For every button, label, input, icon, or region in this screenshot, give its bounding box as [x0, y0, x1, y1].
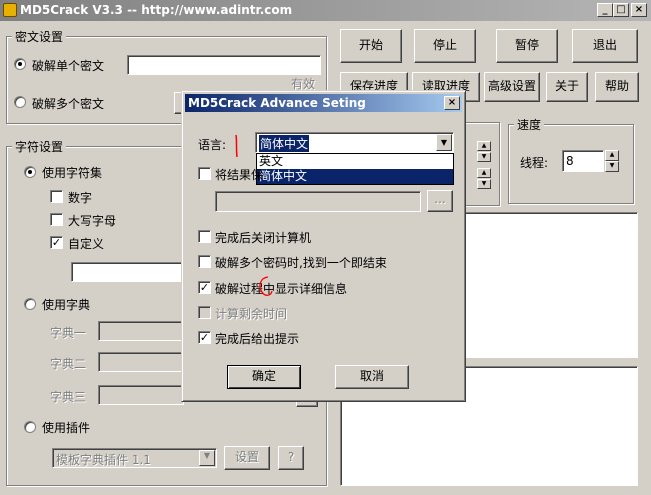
language-select-value: 简体中文: [259, 135, 310, 152]
dict1-input[interactable]: [98, 321, 184, 341]
custom-checkbox[interactable]: ✓: [50, 236, 63, 249]
notify-done-label: 完成后给出提示: [215, 332, 300, 346]
spin-down-icon[interactable]: ▼: [477, 179, 491, 189]
cancel-button[interactable]: 取消: [335, 365, 409, 389]
use-plugin-label: 使用插件: [42, 421, 91, 435]
threads-label: 线程:: [520, 156, 549, 170]
speed-group-label: 速度: [514, 116, 545, 133]
app-lock-icon: [3, 3, 17, 17]
dialog-titlebar[interactable]: MD5Crack Advance Seting ×: [185, 94, 462, 112]
shutdown-label: 完成后关闭计算机: [215, 231, 312, 245]
close-button[interactable]: ×: [631, 3, 647, 17]
threads-spin-down-icon[interactable]: ▼: [605, 161, 619, 172]
stop-on-first-checkbox[interactable]: [198, 255, 211, 268]
dict3-label: 字典三: [50, 390, 87, 404]
threads-input[interactable]: 8: [562, 150, 604, 172]
language-dropdown-list: 英文 简体中文: [256, 153, 454, 185]
dict1-label: 字典一: [50, 326, 87, 340]
save-result-checkbox[interactable]: [198, 167, 211, 180]
dialog-close-button[interactable]: ×: [444, 96, 460, 110]
threads-spin-up-icon[interactable]: ▲: [605, 150, 619, 161]
minimize-button[interactable]: _: [597, 3, 613, 17]
window-titlebar[interactable]: MD5Crack V3.3 -- http://www.adintr.com _…: [0, 0, 651, 21]
use-dict-label: 使用字典: [42, 298, 91, 312]
language-label: 语言:: [198, 138, 227, 152]
cipher-group-label: 密文设置: [12, 28, 67, 45]
multi-cipher-label: 破解多个密文: [32, 97, 105, 111]
language-select[interactable]: 简体中文 ▼: [255, 132, 454, 153]
spin-up-icon[interactable]: ▲: [477, 168, 491, 178]
maximize-button[interactable]: □: [613, 3, 629, 17]
multi-cipher-radio[interactable]: [14, 96, 26, 108]
threads-value: 8: [566, 154, 574, 168]
show-details-checkbox[interactable]: ✓: [198, 281, 211, 294]
pause-button[interactable]: 暂停: [496, 29, 558, 63]
single-cipher-input[interactable]: [127, 55, 321, 75]
plugin-select-value: 模板字典插件 1.1: [56, 453, 151, 467]
annotation-circle-icon: [259, 276, 273, 296]
spin-up-icon[interactable]: ▲: [477, 141, 491, 151]
annotation-mark-icon: [235, 134, 238, 158]
use-dict-radio[interactable]: [24, 298, 36, 310]
browse-button[interactable]: ...: [427, 190, 453, 212]
use-charset-label: 使用字符集: [42, 166, 103, 180]
show-details-label: 破解过程中显示详细信息: [215, 282, 348, 296]
advance-settings-dialog: MD5Crack Advance Seting × 语言: 简体中文 ▼ 英文 …: [181, 90, 466, 402]
uppercase-label: 大写字母: [68, 214, 117, 228]
digits-checkbox[interactable]: [50, 190, 63, 203]
shutdown-checkbox[interactable]: [198, 230, 211, 243]
spin-down-icon[interactable]: ▼: [477, 152, 491, 162]
chevron-down-icon[interactable]: ▼: [199, 450, 215, 466]
ok-button[interactable]: 确定: [227, 365, 301, 389]
dict2-input[interactable]: [98, 352, 184, 372]
language-option-english[interactable]: 英文: [257, 154, 453, 169]
dict2-label: 字典二: [50, 357, 87, 371]
stop-on-first-label: 破解多个密码时,找到一个即结束: [215, 256, 387, 270]
notify-done-checkbox[interactable]: ✓: [198, 331, 211, 344]
single-cipher-radio[interactable]: [14, 58, 26, 70]
use-charset-radio[interactable]: [24, 166, 36, 178]
window-title: MD5Crack V3.3 -- http://www.adintr.com: [20, 3, 293, 17]
about-button[interactable]: 关于: [546, 72, 588, 102]
language-option-chinese[interactable]: 简体中文: [257, 169, 453, 184]
plugin-select[interactable]: 模板字典插件 1.1 ▼: [52, 448, 217, 468]
start-button[interactable]: 开始: [340, 29, 402, 63]
chevron-down-icon[interactable]: ▼: [436, 134, 452, 151]
exit-button[interactable]: 退出: [572, 29, 638, 63]
result-path-input[interactable]: [215, 191, 421, 212]
custom-charset-input[interactable]: [71, 262, 184, 282]
plugin-settings-button[interactable]: 设置: [224, 446, 270, 470]
use-plugin-radio[interactable]: [24, 421, 36, 433]
calc-remaining-checkbox[interactable]: [198, 306, 211, 319]
dialog-title: MD5Crack Advance Seting: [188, 96, 366, 110]
custom-label: 自定义: [68, 237, 105, 251]
dict3-input[interactable]: [98, 385, 184, 405]
single-cipher-label: 破解单个密文: [32, 59, 105, 73]
plugin-help-button[interactable]: ?: [278, 446, 304, 470]
calc-remaining-label: 计算剩余时间: [215, 307, 288, 321]
stop-button[interactable]: 停止: [414, 29, 476, 63]
save-result-label: 将结果保: [215, 168, 264, 182]
charset-group-label: 字符设置: [12, 138, 67, 155]
digits-label: 数字: [68, 191, 93, 205]
uppercase-checkbox[interactable]: [50, 213, 63, 226]
advanced-settings-button[interactable]: 高级设置: [484, 72, 540, 102]
help-button[interactable]: 帮助: [595, 72, 639, 102]
